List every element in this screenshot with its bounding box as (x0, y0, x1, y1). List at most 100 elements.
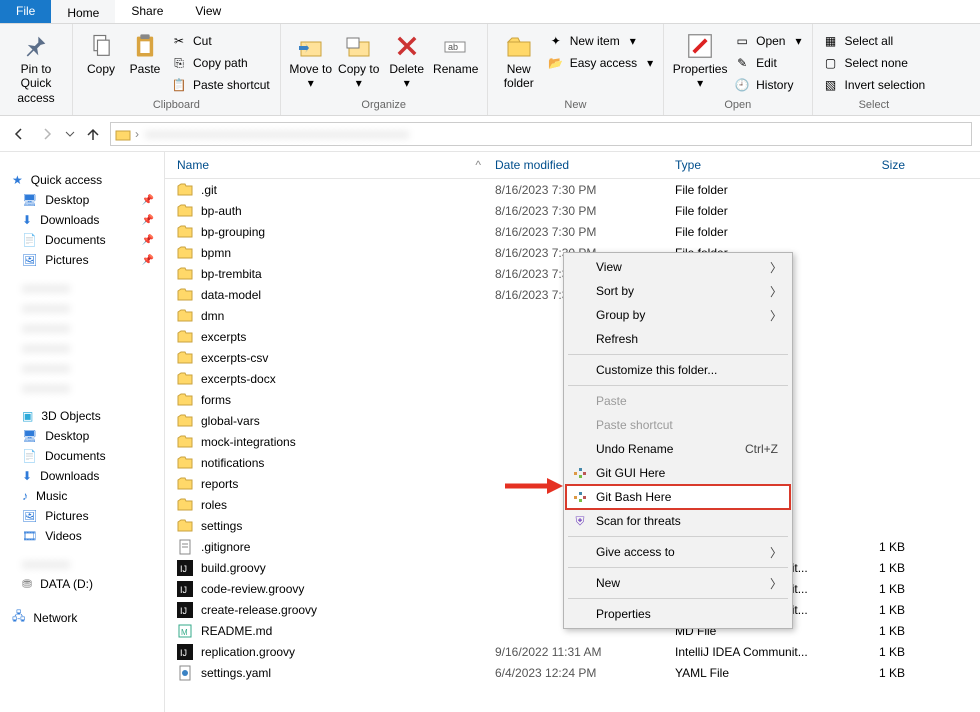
sidebar-desktop-2[interactable]: 🖥Desktop (4, 426, 160, 446)
sidebar-downloads-2[interactable]: ⬇Downloads (4, 466, 160, 486)
ctx-give-access[interactable]: Give access to〉 (566, 540, 790, 564)
col-date[interactable]: Date modified (495, 158, 675, 172)
address-input[interactable]: › xxxxxxxxxxxxxxxxxxxxxxxxxxxxxxxxxxxxxx… (110, 122, 972, 146)
file-row[interactable]: bp-auth8/16/2023 7:30 PMFile folder (165, 200, 980, 221)
file-row[interactable]: bp-grouping8/16/2023 7:30 PMFile folder (165, 221, 980, 242)
ctx-customize[interactable]: Customize this folder... (566, 358, 790, 382)
sidebar-pictures[interactable]: 🖼Pictures📌 (4, 250, 160, 270)
sidebar-blurred-7[interactable]: xxxxxxxx (4, 554, 160, 574)
file-name: roles (201, 498, 495, 512)
edit-button[interactable]: ✎Edit (730, 52, 805, 74)
file-row[interactable]: .git8/16/2023 7:30 PMFile folder (165, 179, 980, 200)
svg-text:IJ: IJ (180, 585, 187, 595)
sidebar-desktop[interactable]: 🖥Desktop📌 (4, 190, 160, 210)
ctx-refresh[interactable]: Refresh (566, 327, 790, 351)
cut-button[interactable]: ✂Cut (167, 30, 274, 52)
folder-icon (177, 455, 193, 471)
delete-button[interactable]: Delete ▾ (383, 26, 431, 95)
forward-button[interactable] (36, 123, 58, 145)
copy-to-button[interactable]: Copy to ▾ (335, 26, 383, 95)
up-button[interactable] (82, 123, 104, 145)
col-size[interactable]: Size (825, 158, 925, 172)
sidebar-documents[interactable]: 📄Documents📌 (4, 230, 160, 250)
file-name: replication.groovy (201, 645, 495, 659)
quick-access-root[interactable]: ★Quick access (4, 170, 160, 190)
ctx-group-by[interactable]: Group by〉 (566, 303, 790, 327)
sidebar-documents-2[interactable]: 📄Documents (4, 446, 160, 466)
tab-share[interactable]: Share (115, 0, 179, 23)
select-none-button[interactable]: ▢Select none (819, 52, 930, 74)
col-name[interactable]: Name^ (165, 158, 495, 172)
svg-text:ab: ab (448, 42, 458, 52)
sidebar-data-drive[interactable]: ⛃DATA (D:) (4, 574, 160, 594)
chevron-right-icon: 〉 (770, 283, 782, 300)
invert-selection-button[interactable]: ▧Invert selection (819, 74, 930, 96)
tab-file[interactable]: File (0, 0, 51, 23)
recent-dropdown[interactable] (64, 123, 76, 145)
edit-icon: ✎ (734, 55, 750, 71)
tab-bar: File Home Share View (0, 0, 980, 24)
tab-home[interactable]: Home (51, 0, 115, 23)
easy-access-button[interactable]: 📂Easy access▾ (544, 52, 657, 74)
ctx-new[interactable]: New〉 (566, 571, 790, 595)
sidebar-downloads[interactable]: ⬇Downloads📌 (4, 210, 160, 230)
tab-view[interactable]: View (179, 0, 237, 23)
copy-button[interactable]: Copy (79, 26, 123, 80)
sidebar-3d-objects[interactable]: ▣3D Objects (4, 406, 160, 426)
folder-icon (177, 287, 193, 303)
paste-button[interactable]: Paste (123, 26, 167, 80)
open-button[interactable]: ▭Open▾ (730, 30, 805, 52)
folder-icon (177, 392, 193, 408)
pin-icon: 📌 (142, 235, 154, 246)
new-folder-button[interactable]: New folder (494, 26, 544, 95)
rename-button[interactable]: ab Rename (431, 26, 481, 80)
sidebar-music[interactable]: ♪Music (4, 486, 160, 506)
file-name: bpmn (201, 246, 495, 260)
sidebar-blurred-4[interactable]: xxxxxxxx (4, 338, 160, 358)
sidebar-network[interactable]: 🖧Network (4, 604, 160, 631)
new-folder-icon (503, 30, 535, 62)
paste-shortcut-button[interactable]: 📋Paste shortcut (167, 74, 274, 96)
properties-icon (684, 30, 716, 62)
ctx-paste: Paste (566, 389, 790, 413)
sidebar-videos[interactable]: 🎞Videos (4, 526, 160, 546)
ctx-view[interactable]: View〉 (566, 255, 790, 279)
pin-to-quick-access-button[interactable]: Pin to Quick access (6, 26, 66, 109)
col-type[interactable]: Type (675, 158, 825, 172)
file-date: 8/16/2023 7:30 PM (495, 204, 675, 218)
ctx-undo-rename[interactable]: Undo RenameCtrl+Z (566, 437, 790, 461)
network-icon: 🖧 (12, 607, 25, 628)
ctx-scan[interactable]: ⛨Scan for threats (566, 509, 790, 533)
sidebar-blurred-5[interactable]: xxxxxxxx (4, 358, 160, 378)
ctx-sort-by[interactable]: Sort by〉 (566, 279, 790, 303)
sidebar-blurred-6[interactable]: xxxxxxxx (4, 378, 160, 398)
shield-icon: ⛨ (572, 513, 588, 529)
move-to-button[interactable]: Move to ▾ (287, 26, 335, 95)
ctx-properties[interactable]: Properties (566, 602, 790, 626)
videos-icon: 🎞 (22, 529, 37, 543)
copy-to-icon (343, 30, 375, 62)
sidebar-blurred-2[interactable]: xxxxxxxx (4, 298, 160, 318)
sidebar-pictures-2[interactable]: 🖼Pictures (4, 506, 160, 526)
open-icon: ▭ (734, 33, 750, 49)
file-name: excerpts (201, 330, 495, 344)
organize-group-label: Organize (361, 99, 406, 113)
select-all-button[interactable]: ▦Select all (819, 30, 930, 52)
history-button[interactable]: 🕘History (730, 74, 805, 96)
file-size: 1 KB (825, 645, 925, 659)
back-button[interactable] (8, 123, 30, 145)
file-row[interactable]: IJreplication.groovy9/16/2022 11:31 AMIn… (165, 641, 980, 662)
file-type: YAML File (675, 666, 825, 680)
shortcut-label: Ctrl+Z (745, 442, 778, 456)
file-name: bp-trembita (201, 267, 495, 281)
file-row[interactable]: settings.yaml6/4/2023 12:24 PMYAML File1… (165, 662, 980, 683)
ctx-git-gui[interactable]: Git GUI Here (566, 461, 790, 485)
sidebar-blurred-1[interactable]: xxxxxxxx (4, 278, 160, 298)
sidebar-blurred-3[interactable]: xxxxxxxx (4, 318, 160, 338)
properties-button[interactable]: Properties ▾ (670, 26, 730, 95)
new-item-button[interactable]: ✦New item▾ (544, 30, 657, 52)
ribbon: Pin to Quick access Copy Paste ✂Cut ⎘Cop… (0, 24, 980, 116)
ctx-git-bash[interactable]: Git Bash Here (566, 485, 790, 509)
quick-access-icon: ★ (12, 173, 23, 187)
copy-path-button[interactable]: ⎘Copy path (167, 52, 274, 74)
